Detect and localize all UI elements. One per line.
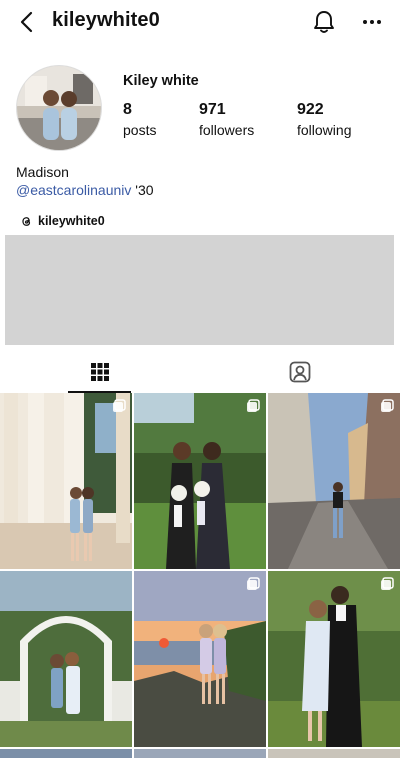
back-button[interactable] xyxy=(16,10,40,34)
tab-tagged[interactable] xyxy=(268,351,332,393)
bio-text: Madison xyxy=(16,164,69,180)
post-thumbnail[interactable] xyxy=(134,749,266,758)
followers-label: followers xyxy=(199,122,255,138)
post-thumbnail[interactable] xyxy=(268,749,400,758)
post-photo xyxy=(134,571,266,747)
post-thumbnail[interactable] xyxy=(0,393,132,569)
threads-handle: kileywhite0 xyxy=(38,214,105,228)
post-photo xyxy=(268,571,400,747)
bio-link-suffix: '30 xyxy=(131,182,154,198)
bio-link-line: @eastcarolinauniv '30 xyxy=(16,182,154,198)
avatar-photo xyxy=(17,66,101,150)
tab-posts-grid[interactable] xyxy=(68,351,132,393)
more-options-button[interactable] xyxy=(360,12,384,32)
chevron-left-icon xyxy=(20,11,33,33)
grid-icon xyxy=(91,363,109,381)
post-thumbnail[interactable] xyxy=(268,393,400,569)
post-photo xyxy=(0,393,132,569)
threads-badge[interactable]: kileywhite0 xyxy=(20,214,105,228)
more-horizontal-icon xyxy=(363,20,381,24)
post-thumbnail[interactable] xyxy=(134,393,266,569)
multiple-photos-icon xyxy=(113,399,126,412)
posts-count: 8 xyxy=(123,101,132,118)
following-stat[interactable]: 922 following xyxy=(297,101,351,139)
notifications-button[interactable] xyxy=(312,9,336,35)
multiple-photos-icon xyxy=(381,577,394,590)
tagged-person-icon xyxy=(289,361,311,383)
bell-icon xyxy=(314,11,334,33)
bio-mention-link[interactable]: @eastcarolinauniv xyxy=(16,182,131,198)
post-photo xyxy=(134,393,266,569)
posts-stat[interactable]: 8 posts xyxy=(123,101,156,139)
profile-avatar[interactable] xyxy=(16,65,102,151)
following-count: 922 xyxy=(297,101,324,118)
profile-tabs xyxy=(0,351,400,393)
profile-username: kileywhite0 xyxy=(52,9,160,31)
posts-label: posts xyxy=(123,122,157,138)
following-label: following xyxy=(297,122,352,138)
threads-icon xyxy=(22,216,31,226)
post-photo xyxy=(0,571,132,747)
multiple-photos-icon xyxy=(247,577,260,590)
post-thumbnail[interactable] xyxy=(0,571,132,747)
post-photo xyxy=(268,393,400,569)
post-thumbnail[interactable] xyxy=(0,749,132,758)
multiple-photos-icon xyxy=(247,399,260,412)
display-name: Kiley white xyxy=(123,73,199,89)
posts-grid xyxy=(0,393,400,758)
multiple-photos-icon xyxy=(381,399,394,412)
placeholder-block xyxy=(5,235,394,345)
top-bar: kileywhite0 xyxy=(0,0,400,44)
followers-count: 971 xyxy=(199,101,226,118)
followers-stat[interactable]: 971 followers xyxy=(199,101,254,139)
post-thumbnail[interactable] xyxy=(134,571,266,747)
post-thumbnail[interactable] xyxy=(268,571,400,747)
